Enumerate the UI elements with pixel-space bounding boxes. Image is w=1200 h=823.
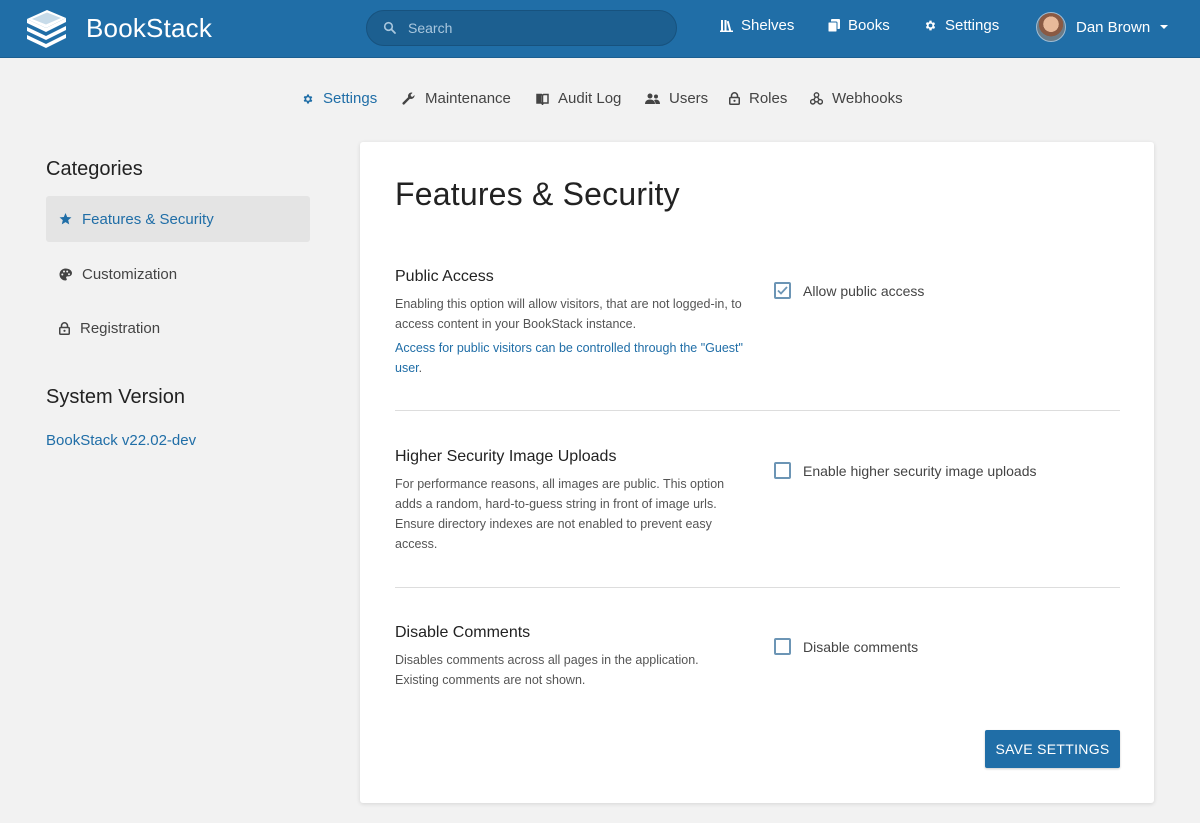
gear-icon: [925, 20, 936, 31]
categories-heading: Categories: [46, 158, 143, 180]
settings-subnav: Settings Maintenance Audit Log Users Rol…: [0, 90, 1200, 112]
lock-icon: [59, 321, 70, 335]
checkbox-label: Allow public access: [803, 282, 925, 299]
guest-user-link-row: Access for public visitors can be contro…: [395, 338, 745, 378]
setting-title: Public Access: [395, 268, 494, 285]
setting-title: Disable Comments: [395, 624, 531, 641]
nav-shelves[interactable]: Shelves: [720, 17, 794, 34]
sidebar-item-features-security[interactable]: Features & Security: [46, 196, 310, 242]
nav-settings[interactable]: Settings: [924, 17, 999, 34]
nav-shelves-label: Shelves: [741, 17, 795, 34]
setting-description: For performance reasons, all images are …: [395, 477, 725, 551]
books-icon: [828, 19, 840, 32]
disable-comments-checkbox[interactable]: Disable comments: [774, 638, 918, 655]
tab-roles[interactable]: Roles: [729, 90, 787, 107]
audit-log-icon: [536, 93, 549, 105]
checkbox-label: Disable comments: [803, 638, 919, 655]
tab-webhooks-label: Webhooks: [832, 90, 903, 107]
top-header: BookStack Shelves Books Settings Dan Bro…: [0, 0, 1200, 58]
settings-card: Features & Security Public Access Enabli…: [360, 142, 1154, 803]
setting-public-access: Public Access Enabling this option will …: [395, 268, 1120, 378]
page-title: Features & Security: [395, 176, 680, 212]
lock-icon: [729, 92, 740, 105]
divider: [395, 587, 1120, 588]
tab-settings-label: Settings: [323, 90, 378, 107]
tab-maintenance-label: Maintenance: [425, 90, 511, 107]
user-menu[interactable]: Dan Brown: [1036, 12, 1169, 42]
tab-users-label: Users: [669, 90, 709, 107]
divider: [395, 410, 1120, 411]
checkbox-checked[interactable]: [774, 282, 791, 299]
higher-security-uploads-checkbox[interactable]: Enable higher security image uploads: [774, 462, 1036, 479]
search-input[interactable]: [408, 20, 658, 36]
webhooks-icon: [810, 92, 823, 105]
system-version-link[interactable]: BookStack v22.02-dev: [46, 432, 196, 449]
nav-books[interactable]: Books: [828, 17, 890, 34]
search-icon: [383, 21, 396, 34]
shelves-icon: [720, 20, 733, 32]
sidebar-item-label: Features & Security: [82, 210, 214, 228]
palette-icon: [59, 268, 72, 280]
setting-description: Disables comments across all pages in th…: [395, 653, 699, 687]
star-icon: [59, 213, 72, 225]
setting-description: Enabling this option will allow visitors…: [395, 297, 742, 331]
setting-disable-comments: Disable Comments Disables comments acros…: [395, 624, 1120, 690]
app-name: BookStack: [86, 12, 213, 43]
sidebar-item-registration[interactable]: Registration: [46, 305, 310, 351]
user-name: Dan Brown: [1076, 18, 1151, 36]
tab-settings[interactable]: Settings: [302, 90, 377, 107]
app-logo[interactable]: BookStack: [24, 8, 212, 48]
tab-maintenance[interactable]: Maintenance: [402, 90, 511, 107]
tab-webhooks[interactable]: Webhooks: [810, 90, 903, 107]
search-bar[interactable]: [366, 10, 677, 46]
bookstack-logo-icon: [27, 10, 66, 48]
tab-audit-log[interactable]: Audit Log: [536, 90, 621, 107]
allow-public-access-checkbox[interactable]: Allow public access: [774, 282, 924, 299]
checkmark-icon: [777, 286, 788, 295]
gear-icon: [303, 94, 313, 103]
chevron-down-icon: [1160, 25, 1169, 29]
checkbox-unchecked[interactable]: [774, 638, 791, 655]
guest-user-link[interactable]: Access for public visitors can be contro…: [395, 341, 743, 375]
save-settings-button[interactable]: Save Settings: [985, 730, 1120, 768]
wrench-icon: [402, 92, 415, 105]
sidebar-item-label: Registration: [80, 319, 161, 337]
tab-roles-label: Roles: [749, 90, 788, 107]
nav-settings-label: Settings: [945, 17, 1000, 34]
checkbox-label: Enable higher security image uploads: [803, 462, 1037, 479]
sidebar-item-customization[interactable]: Customization: [46, 251, 310, 297]
checkbox-unchecked[interactable]: [774, 462, 791, 479]
tab-users[interactable]: Users: [645, 90, 708, 107]
link-suffix: .: [418, 361, 423, 375]
nav-books-label: Books: [848, 17, 890, 34]
tab-audit-log-label: Audit Log: [558, 90, 622, 107]
sidebar-item-label: Customization: [82, 265, 178, 283]
system-version-heading: System Version: [46, 386, 185, 408]
avatar: [1036, 12, 1066, 42]
users-icon: [645, 93, 660, 104]
